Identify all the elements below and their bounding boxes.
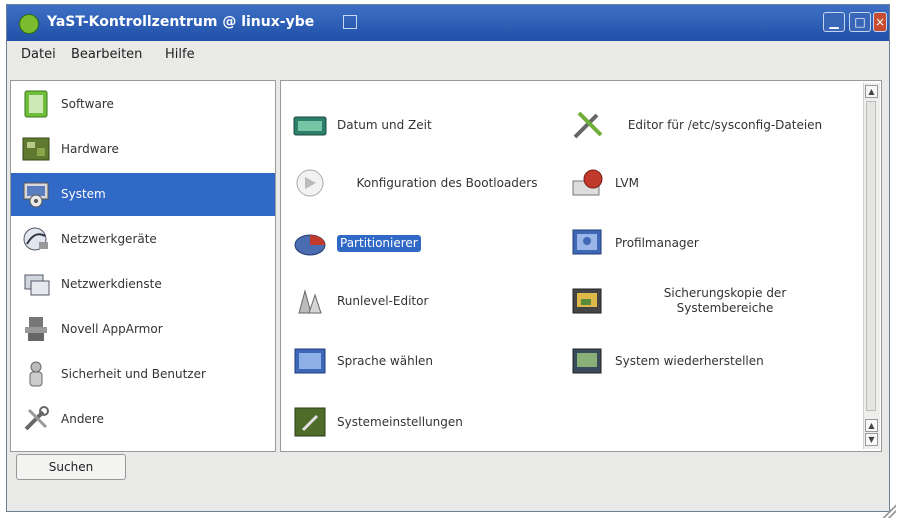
network-services-icon xyxy=(24,274,50,296)
module-label: Editor für /etc/sysconfig-Dateien xyxy=(627,117,823,132)
search-button[interactable]: Suchen xyxy=(16,454,126,480)
partitioner-icon xyxy=(294,234,326,256)
sidebar-item-software[interactable]: Software xyxy=(11,83,275,126)
sidebar-item-sicherheit[interactable]: Sicherheit und Benutzer xyxy=(11,353,275,396)
sidebar-item-hardware[interactable]: Hardware xyxy=(11,128,275,171)
sidebar-item-label: Software xyxy=(61,97,114,111)
profile-manager-icon xyxy=(572,229,602,255)
yast-app-icon xyxy=(19,14,39,34)
sidebar-item-label: Hardware xyxy=(61,142,119,156)
sidebar-item-label: Andere xyxy=(61,412,104,426)
runlevel-icon xyxy=(298,289,322,314)
sysconfig-editor-icon xyxy=(573,111,603,139)
module-label: System wiederherstellen xyxy=(615,353,764,368)
resize-grip-icon[interactable] xyxy=(882,504,896,518)
module-label: Datum und Zeit xyxy=(337,117,432,132)
sidebar-item-netzwerkdienste[interactable]: Netzwerkdienste xyxy=(11,263,275,306)
scroll-down-arrow-icon[interactable]: ▼ xyxy=(865,433,878,446)
clock-icon xyxy=(293,116,327,136)
module-label: Profilmanager xyxy=(615,235,699,250)
module-label: Runlevel-Editor xyxy=(337,293,429,308)
minimize-button[interactable]: ▁ xyxy=(823,12,845,32)
module-label: Sicherungskopie der Systembereiche xyxy=(663,286,787,315)
lvm-icon xyxy=(572,169,603,196)
menu-bar: Datei Bearbeiten Hilfe xyxy=(7,41,889,69)
close-button[interactable]: × xyxy=(873,12,887,32)
module-label: Partitionierer xyxy=(337,227,557,259)
menu-bearbeiten[interactable]: Bearbeiten xyxy=(71,47,142,62)
sidebar-item-label: Sicherheit und Benutzer xyxy=(61,367,206,381)
module-panel: Datum und Zeit Konfiguration des Bootloa… xyxy=(280,80,882,452)
sidebar-item-label: Novell AppArmor xyxy=(61,322,163,336)
maximize-button[interactable]: □ xyxy=(849,12,871,32)
sidebar-item-label: Netzwerkgeräte xyxy=(61,232,157,246)
sidebar-item-andere[interactable]: Andere xyxy=(11,398,275,441)
apparmor-icon xyxy=(25,317,47,341)
title-bar[interactable]: YaST-Kontrollzentrum @ linux-ybe ▁ □ × xyxy=(7,5,889,41)
module-label: Systemeinstellungen xyxy=(337,414,463,429)
sidebar-item-apparmor[interactable]: Novell AppArmor xyxy=(11,308,275,351)
misc-icon xyxy=(24,406,49,431)
restore-icon xyxy=(572,348,602,374)
menu-hilfe[interactable]: Hilfe xyxy=(165,47,195,62)
system-icon xyxy=(23,182,49,208)
scroll-up-arrow-icon[interactable]: ▲ xyxy=(865,85,878,98)
security-users-icon xyxy=(29,361,43,387)
sidebar-item-label: System xyxy=(61,187,106,201)
language-icon xyxy=(294,348,326,374)
sidebar-item-netzwerkgeraete[interactable]: Netzwerkgeräte xyxy=(11,218,275,261)
module-label-highlight: Partitionierer xyxy=(337,234,421,252)
module-label: LVM xyxy=(615,175,639,190)
module-label: Konfiguration des Bootloaders xyxy=(356,175,538,190)
title-grip-icon xyxy=(343,15,357,29)
sidebar-item-label: Netzwerkdienste xyxy=(61,277,162,291)
bootloader-icon xyxy=(296,169,324,197)
scrollbar-thumb[interactable] xyxy=(866,101,876,411)
vertical-scrollbar[interactable]: ▲ ▲ ▼ xyxy=(863,83,880,449)
software-icon xyxy=(24,90,48,118)
network-devices-icon xyxy=(23,227,48,251)
hardware-icon xyxy=(22,137,50,161)
sidebar-item-system[interactable]: System xyxy=(11,173,275,216)
module-label: Sprache wählen xyxy=(337,353,434,368)
category-list[interactable]: Software Hardware System Netzwerkgeräte … xyxy=(10,80,276,452)
menu-datei[interactable]: Datei xyxy=(21,47,56,62)
window-title: YaST-Kontrollzentrum @ linux-ybe xyxy=(47,14,315,30)
scroll-down-arrow-icon[interactable]: ▲ xyxy=(865,419,878,432)
system-settings-icon xyxy=(294,407,326,437)
backup-icon xyxy=(572,288,602,314)
